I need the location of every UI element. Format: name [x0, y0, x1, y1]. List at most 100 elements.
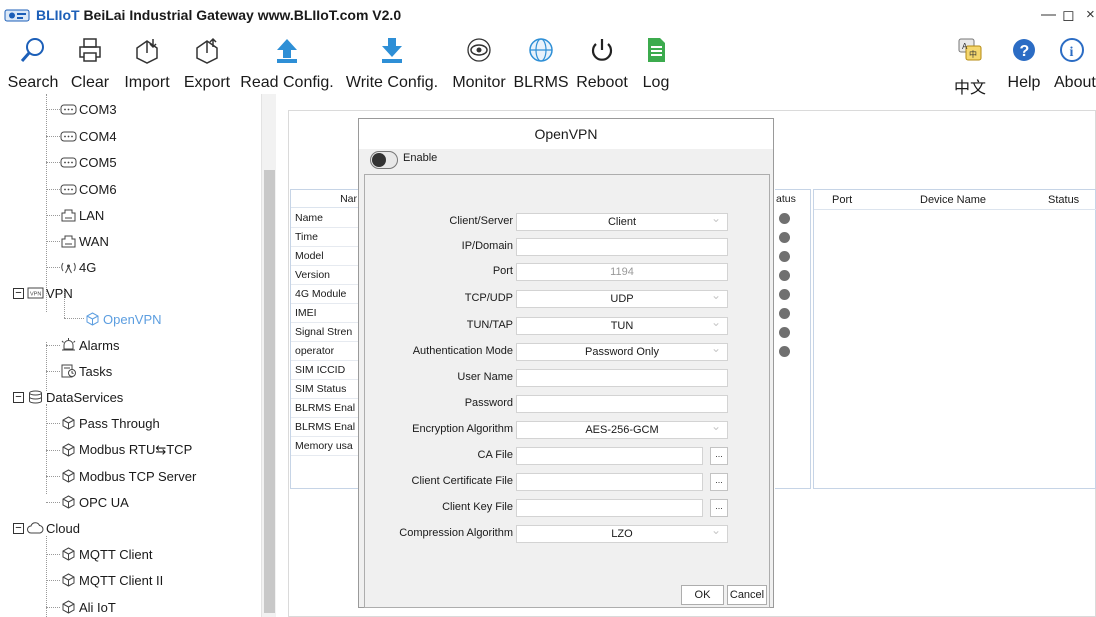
encryption-select[interactable]: AES-256-GCM: [516, 418, 728, 439]
client-cert-label: Client Certificate File: [411, 475, 513, 487]
write-config-button[interactable]: Write Config.: [340, 34, 444, 94]
tree-item-tasks[interactable]: Tasks: [60, 360, 112, 382]
compression-select[interactable]: LZO: [516, 522, 728, 543]
read-config-button[interactable]: Read Config.: [237, 34, 337, 94]
tree-item-mqtt-client-2[interactable]: MQTT Client II: [60, 569, 163, 591]
tree-item-wan[interactable]: WAN: [60, 230, 109, 252]
encryption-row: Encryption Algorithm AES-256-GCM: [359, 418, 775, 439]
tree-scrollbar-thumb[interactable]: [264, 170, 275, 613]
client-key-input[interactable]: [516, 499, 703, 517]
tree-collapse-vpn[interactable]: −: [13, 288, 24, 299]
import-button[interactable]: Import: [117, 34, 177, 94]
tcp-udp-row: TCP/UDP UDP: [359, 287, 775, 308]
status-dot: [779, 251, 790, 262]
tree-item-modbus-tcp-server[interactable]: Modbus TCP Server: [60, 465, 196, 487]
tree-item-com6[interactable]: COM6: [60, 178, 117, 200]
client-server-select[interactable]: Client: [516, 210, 728, 231]
toolbar: Search Clear Import Export Read Config. …: [0, 34, 1096, 97]
tree-item-dataservices[interactable]: DataServices: [27, 386, 123, 408]
auth-mode-label: Authentication Mode: [412, 345, 513, 357]
status-dot: [779, 270, 790, 281]
cube-icon: [62, 600, 75, 614]
tree-item-label: WAN: [79, 233, 109, 249]
client-key-browse-button[interactable]: ...: [710, 499, 728, 517]
minimize-button[interactable]: —: [1041, 6, 1056, 23]
tun-tap-label: TUN/TAP: [466, 319, 513, 331]
tree-item-4g[interactable]: 4G: [60, 256, 96, 278]
tree-item-com3[interactable]: COM3: [60, 98, 117, 120]
tree-item-lan[interactable]: LAN: [60, 204, 104, 226]
maximize-button[interactable]: ◻: [1062, 6, 1074, 24]
tree-item-opc-ua[interactable]: OPC UA: [60, 491, 129, 513]
export-button[interactable]: Export: [179, 34, 235, 94]
status-dot: [779, 308, 790, 319]
eye-icon: [467, 38, 491, 62]
search-icon: [20, 38, 44, 62]
cube-icon: [62, 573, 75, 587]
antenna-icon: [61, 262, 76, 274]
tree-item-com4[interactable]: COM4: [60, 125, 117, 147]
log-button[interactable]: Log: [636, 34, 676, 94]
blrms-label: BLRMS: [513, 74, 569, 91]
client-cert-row: Client Certificate File ...: [359, 473, 775, 491]
tree-item-label: COM4: [79, 128, 117, 144]
table-row: Model: [291, 247, 361, 266]
ok-button[interactable]: OK: [681, 585, 724, 605]
tree-item-alarms[interactable]: Alarms: [60, 334, 119, 356]
tree-scrollbar[interactable]: [261, 94, 276, 617]
close-button[interactable]: ×: [1086, 6, 1095, 23]
cancel-button[interactable]: Cancel: [727, 585, 767, 605]
ca-file-browse-button[interactable]: ...: [710, 447, 728, 465]
tree-item-com5[interactable]: COM5: [60, 151, 117, 173]
svg-text:VPN: VPN: [30, 292, 41, 298]
language-button[interactable]: A中 中文: [950, 34, 990, 97]
table-row: IMEI: [291, 304, 361, 323]
serial-port-icon: [60, 157, 77, 168]
globe-icon: [529, 38, 553, 62]
tcp-udp-select[interactable]: UDP: [516, 287, 728, 308]
port-column-header: Port: [832, 190, 853, 210]
about-label: About: [1054, 74, 1096, 91]
ca-file-input[interactable]: [516, 447, 703, 465]
tun-tap-select[interactable]: TUN: [516, 314, 728, 335]
status-dot: [779, 346, 790, 357]
tree-item-pass-through[interactable]: Pass Through: [60, 412, 160, 434]
tree-item-ali-iot[interactable]: Ali IoT: [60, 596, 116, 617]
app-logo-icon: [4, 9, 30, 22]
svg-text:A: A: [962, 42, 968, 51]
log-label: Log: [642, 74, 670, 91]
client-cert-input[interactable]: [516, 473, 703, 491]
help-button[interactable]: ? Help: [1004, 34, 1044, 94]
enable-toggle[interactable]: [370, 151, 398, 169]
reboot-label: Reboot: [576, 74, 628, 91]
tree-item-openvpn[interactable]: OpenVPN: [84, 308, 162, 330]
about-button[interactable]: i About: [1048, 34, 1096, 94]
client-cert-browse-button[interactable]: ...: [710, 473, 728, 491]
export-icon: [196, 37, 218, 64]
tree-item-cloud[interactable]: Cloud: [27, 517, 80, 539]
serial-port-icon: [60, 104, 77, 115]
table-row: SIM ICCID: [291, 361, 361, 380]
tree-collapse-cloud[interactable]: −: [13, 523, 24, 534]
tree-item-mqtt-client[interactable]: MQTT Client: [60, 543, 152, 565]
search-button[interactable]: Search: [0, 34, 66, 94]
password-input[interactable]: [516, 395, 728, 413]
tree-item-modbus-rtu-tcp[interactable]: Modbus RTU⇆TCP: [60, 439, 192, 461]
status-column-header: Status: [1048, 190, 1080, 210]
auth-mode-select[interactable]: Password Only: [516, 340, 728, 361]
alarm-icon: [61, 338, 76, 351]
port-input[interactable]: 1194: [516, 263, 728, 281]
svg-text:?: ?: [1020, 43, 1030, 60]
blrms-button[interactable]: BLRMS: [512, 34, 570, 94]
user-name-input[interactable]: [516, 369, 728, 387]
tree-item-vpn[interactable]: VPN VPN: [27, 282, 73, 304]
tree-collapse-dataservices[interactable]: −: [13, 392, 24, 403]
clear-button[interactable]: Clear: [66, 34, 114, 94]
serial-port-icon: [60, 184, 77, 195]
password-label: Password: [464, 397, 513, 409]
reboot-button[interactable]: Reboot: [572, 34, 632, 94]
port-status-table: Port Device Name Status: [813, 189, 1096, 489]
tcp-udp-label: TCP/UDP: [464, 292, 513, 304]
monitor-button[interactable]: Monitor: [447, 34, 511, 94]
ip-domain-input[interactable]: [516, 238, 728, 256]
